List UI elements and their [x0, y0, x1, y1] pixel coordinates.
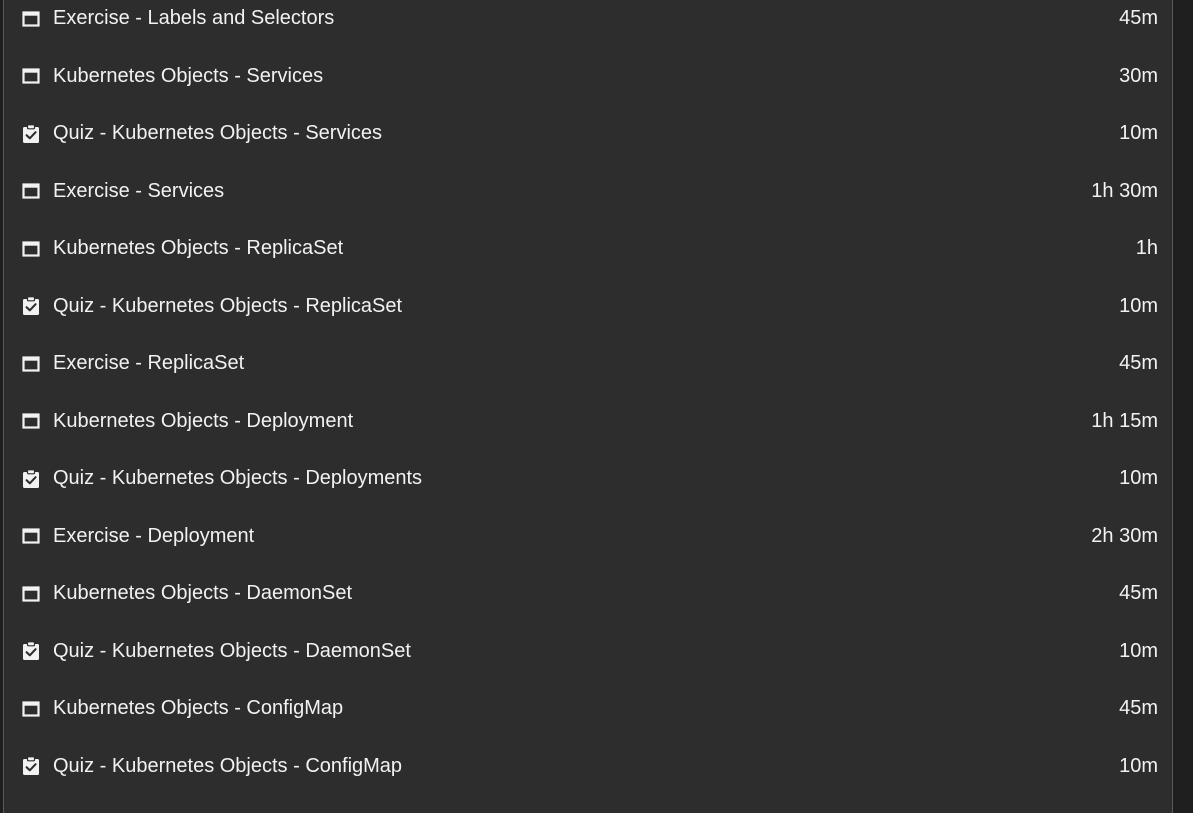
item-title: Exercise - Labels and Selectors: [53, 7, 335, 30]
window-icon: [21, 526, 41, 546]
window-icon: [21, 584, 41, 604]
clipboard-check-icon: [21, 468, 41, 489]
item-duration: 10m: [1119, 467, 1158, 490]
item-duration: 10m: [1119, 754, 1158, 777]
item-duration: 2h 30m: [1091, 524, 1158, 547]
item-duration: 1h 15m: [1091, 409, 1158, 432]
item-duration: 45m: [1119, 352, 1158, 375]
window-icon: [21, 699, 41, 719]
item-title: Kubernetes Objects - Deployment: [53, 409, 354, 432]
item-duration: 10m: [1119, 122, 1158, 145]
list-item[interactable]: Exercise - ReplicaSet 45m: [4, 335, 1172, 393]
list-item[interactable]: Quiz - Kubernetes Objects - DaemonSet 10…: [4, 623, 1172, 681]
list-item[interactable]: Kubernetes Objects - DaemonSet 45m: [4, 565, 1172, 623]
item-title: Exercise - Deployment: [53, 524, 255, 547]
item-duration: 30m: [1119, 64, 1158, 87]
window-icon: [21, 181, 41, 201]
window-icon: [21, 411, 41, 431]
list-item[interactable]: Exercise - Deployment 2h 30m: [4, 508, 1172, 566]
window-icon: [21, 66, 41, 86]
item-title: Kubernetes Objects - DaemonSet: [53, 582, 353, 605]
window-icon: [21, 9, 41, 29]
window-icon: [21, 239, 41, 259]
list-item[interactable]: Quiz - Kubernetes Objects - ConfigMap 10…: [4, 738, 1172, 796]
list-item[interactable]: Exercise - Services 1h 30m: [4, 163, 1172, 221]
item-title: Quiz - Kubernetes Objects - Services: [53, 122, 383, 145]
item-duration: 1h 30m: [1091, 179, 1158, 202]
item-title: Kubernetes Objects - Services: [53, 64, 324, 87]
list-item[interactable]: Quiz - Kubernetes Objects - Services 10m: [4, 105, 1172, 163]
clipboard-check-icon: [21, 296, 41, 316]
list-item[interactable]: Quiz - Kubernetes Objects - ReplicaSet 1…: [4, 278, 1172, 336]
item-title: Quiz - Kubernetes Objects - ReplicaSet: [53, 294, 403, 317]
item-title: Quiz - Kubernetes Objects - ConfigMap: [53, 754, 403, 777]
list-item[interactable]: Kubernetes Objects - ConfigMap 45m: [4, 680, 1172, 738]
course-content-panel: Exercise - Labels and Selectors 45m Kube…: [3, 0, 1173, 813]
item-duration: 10m: [1119, 294, 1158, 317]
window-icon: [21, 354, 41, 374]
item-title: Kubernetes Objects - ConfigMap: [53, 697, 344, 720]
lesson-list: Exercise - Labels and Selectors 45m Kube…: [4, 0, 1172, 795]
item-title: Kubernetes Objects - ReplicaSet: [53, 237, 344, 260]
item-title: Quiz - Kubernetes Objects - Deployments: [53, 467, 423, 490]
list-item[interactable]: Kubernetes Objects - ReplicaSet 1h: [4, 220, 1172, 278]
list-item[interactable]: Kubernetes Objects - Services 30m: [4, 48, 1172, 106]
item-title: Exercise - ReplicaSet: [53, 352, 245, 375]
item-title: Exercise - Services: [53, 179, 225, 202]
item-duration: 45m: [1119, 7, 1158, 30]
item-duration: 1h: [1135, 237, 1158, 260]
clipboard-check-icon: [21, 123, 41, 144]
list-item[interactable]: Kubernetes Objects - Deployment 1h 15m: [4, 393, 1172, 451]
item-duration: 10m: [1119, 639, 1158, 662]
item-duration: 45m: [1119, 697, 1158, 720]
list-item[interactable]: Quiz - Kubernetes Objects - Deployments …: [4, 450, 1172, 508]
list-item[interactable]: Exercise - Labels and Selectors 45m: [4, 0, 1172, 48]
item-duration: 45m: [1119, 582, 1158, 605]
clipboard-check-icon: [21, 641, 41, 661]
clipboard-check-icon: [21, 756, 41, 776]
item-title: Quiz - Kubernetes Objects - DaemonSet: [53, 639, 411, 662]
